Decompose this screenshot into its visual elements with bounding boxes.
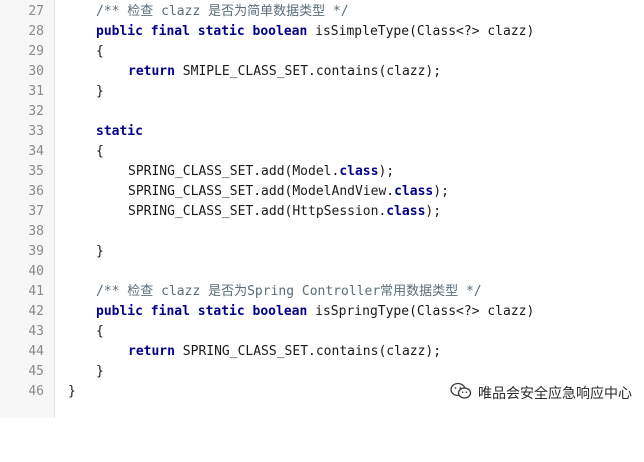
keyword: return xyxy=(128,64,175,79)
keyword: return xyxy=(128,344,175,359)
code-line: 32 xyxy=(0,102,644,122)
code-text: { xyxy=(96,44,104,59)
code-line: 44 return SPRING_CLASS_SET.contains(claz… xyxy=(0,342,644,362)
code-text: isSimpleType(Class<?> clazz) xyxy=(307,24,535,39)
code-content: { xyxy=(96,322,104,342)
code-text: SPRING_CLASS_SET.contains(clazz); xyxy=(174,344,442,359)
keyword: class xyxy=(386,204,426,219)
line-number: 32 xyxy=(28,104,44,119)
line-number: 38 xyxy=(28,224,44,239)
code-text: } xyxy=(96,244,104,259)
code-content: public final static boolean isSpringType… xyxy=(96,302,534,322)
code-content: } xyxy=(96,362,104,382)
code-text: } xyxy=(96,84,104,99)
code-text: ); xyxy=(433,184,449,199)
comment: /** 检查 clazz 是否为简单数据类型 */ xyxy=(96,4,349,19)
code-line: 34 { xyxy=(0,142,644,162)
watermark-text: 唯品会安全应急响应中心 xyxy=(478,386,632,402)
code-text: ); xyxy=(378,164,395,179)
code-content: /** 检查 clazz 是否为Spring Controller常用数据类型 … xyxy=(96,282,482,302)
line-number: 39 xyxy=(28,244,44,259)
code-text: isSpringType(Class<?> clazz) xyxy=(307,304,535,319)
code-text: SPRING_CLASS_SET.add(HttpSession. xyxy=(128,204,387,219)
code-text: { xyxy=(96,324,104,339)
code-line: 30 return SMIPLE_CLASS_SET.contains(claz… xyxy=(0,62,644,82)
code-text: SPRING_CLASS_SET.add(ModelAndView. xyxy=(128,184,395,199)
line-number: 41 xyxy=(28,284,44,299)
code-text: SPRING_CLASS_SET.add(Model. xyxy=(128,164,340,179)
code-content: } xyxy=(96,82,104,102)
code-content: public final static boolean isSimpleType… xyxy=(96,22,534,42)
code-line: 45 } xyxy=(0,362,644,382)
comment: /** 检查 clazz 是否为Spring Controller常用数据类型 … xyxy=(96,284,482,299)
code-line: 40 xyxy=(0,262,644,282)
code-text: } xyxy=(68,384,76,399)
line-number: 34 xyxy=(28,144,44,159)
code-content: } xyxy=(68,382,76,402)
code-content: { xyxy=(96,142,104,162)
watermark: 唯品会安全应急响应中心 xyxy=(450,382,632,404)
code-line: 27 /** 检查 clazz 是否为简单数据类型 */ xyxy=(0,2,644,22)
line-number: 43 xyxy=(28,324,44,339)
code-content: SPRING_CLASS_SET.add(HttpSession.class); xyxy=(128,202,441,222)
code-content: return SMIPLE_CLASS_SET.contains(clazz); xyxy=(128,62,441,82)
keyword: class xyxy=(339,164,379,179)
code-line: 39 } xyxy=(0,242,644,262)
line-number: 42 xyxy=(28,304,44,319)
keyword: static xyxy=(96,124,143,139)
code-editor: 27 /** 检查 clazz 是否为简单数据类型 */ 28 public f… xyxy=(0,0,644,418)
line-number: 35 xyxy=(28,164,44,179)
code-content: SPRING_CLASS_SET.add(Model.class); xyxy=(128,162,394,182)
line-number: 28 xyxy=(28,24,44,39)
keyword: public final static boolean xyxy=(96,24,308,39)
code-lines: 27 /** 检查 clazz 是否为简单数据类型 */ 28 public f… xyxy=(0,2,644,402)
code-line: 38 xyxy=(0,222,644,242)
code-content: /** 检查 clazz 是否为简单数据类型 */ xyxy=(96,2,349,22)
code-line: 42 public final static boolean isSpringT… xyxy=(0,302,644,322)
line-number: 36 xyxy=(28,184,44,199)
code-content: { xyxy=(96,42,104,62)
code-line: 31 } xyxy=(0,82,644,102)
line-number: 46 xyxy=(28,384,44,399)
code-text: SMIPLE_CLASS_SET.contains(clazz); xyxy=(174,64,442,79)
code-line: 41 /** 检查 clazz 是否为Spring Controller常用数据… xyxy=(0,282,644,302)
code-line: 29 { xyxy=(0,42,644,62)
line-number: 30 xyxy=(28,64,44,79)
line-number: 44 xyxy=(28,344,44,359)
code-content: } xyxy=(96,242,104,262)
code-line: 36 SPRING_CLASS_SET.add(ModelAndView.cla… xyxy=(0,182,644,202)
line-number: 31 xyxy=(28,84,44,99)
code-line: 37 SPRING_CLASS_SET.add(HttpSession.clas… xyxy=(0,202,644,222)
line-number: 37 xyxy=(28,204,44,219)
line-number: 40 xyxy=(28,264,44,279)
keyword: public final static boolean xyxy=(96,304,308,319)
line-number: 27 xyxy=(28,4,44,19)
code-content: static xyxy=(96,122,143,142)
code-content: SPRING_CLASS_SET.add(ModelAndView.class)… xyxy=(128,182,449,202)
code-content: return SPRING_CLASS_SET.contains(clazz); xyxy=(128,342,441,362)
line-number: 45 xyxy=(28,364,44,379)
code-text: ); xyxy=(425,204,442,219)
keyword: class xyxy=(394,184,434,199)
code-line: 43 { xyxy=(0,322,644,342)
code-line: 35 SPRING_CLASS_SET.add(Model.class); xyxy=(0,162,644,182)
code-text: { xyxy=(96,144,104,159)
line-number: 33 xyxy=(28,124,44,139)
code-line: 28 public final static boolean isSimpleT… xyxy=(0,22,644,42)
code-text: } xyxy=(96,364,104,379)
wechat-icon xyxy=(450,382,472,404)
code-line: 33 static xyxy=(0,122,644,142)
line-number: 29 xyxy=(28,44,44,59)
